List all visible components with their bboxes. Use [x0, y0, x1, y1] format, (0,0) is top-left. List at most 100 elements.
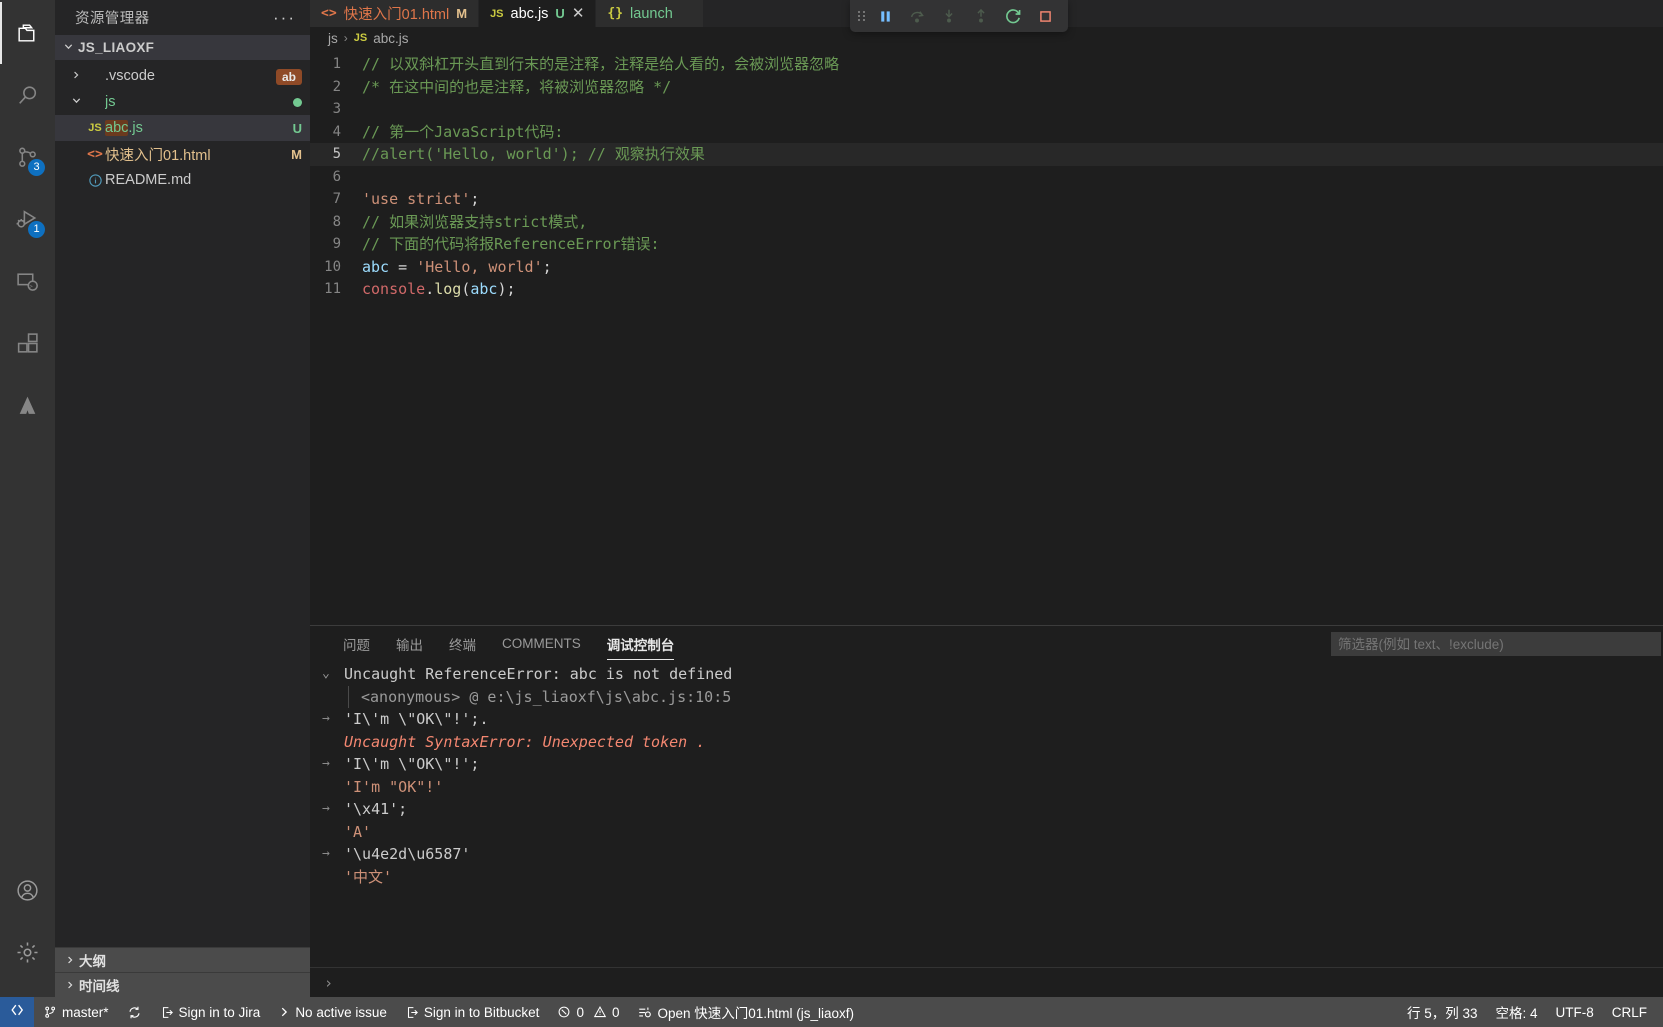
code-line[interactable]: 2/* 在这中间的也是注释，将被浏览器忽略 */	[310, 76, 1663, 99]
console-row[interactable]: ⌄Uncaught ReferenceError: abc is not def…	[310, 663, 1663, 686]
tab-abc-js[interactable]: JS abc.js U ✕	[479, 0, 596, 27]
step-into-button[interactable]	[934, 3, 964, 29]
tree-item-kuaisu-html[interactable]: <> 快速入门01.html M	[55, 141, 310, 167]
code-line[interactable]: 3	[310, 98, 1663, 121]
line-content: // 下面的代码将报ReferenceError错误:	[362, 233, 1663, 256]
tree-item-js-folder[interactable]: js	[55, 89, 310, 115]
console-text: Uncaught ReferenceError: abc is not defi…	[344, 663, 732, 686]
console-row[interactable]: →'I\'m \"OK\"!';.	[310, 708, 1663, 731]
gear-icon	[15, 940, 40, 965]
sidebar-section-outline[interactable]: 大纲	[55, 947, 310, 972]
status-branch[interactable]: master*	[34, 997, 118, 1027]
code-line[interactable]: 7'use strict';	[310, 188, 1663, 211]
console-row[interactable]: <anonymous> @ e:\js_liaoxf\js\abc.js:10:…	[310, 686, 1663, 709]
code-line[interactable]: 1// 以双斜杠开头直到行末的是注释，注释是给人看的，会被浏览器忽略	[310, 53, 1663, 76]
console-text: 'I\'m \"OK\"!';	[344, 753, 479, 776]
panel-tab-debug-console[interactable]: 调试控制台	[594, 626, 688, 661]
console-row[interactable]: →'\u4e2d\u6587'	[310, 843, 1663, 866]
console-text: '\u4e2d\u6587'	[344, 843, 470, 866]
html-icon: <>	[85, 147, 105, 162]
activity-item-run-debug[interactable]: 1	[0, 188, 55, 250]
activity-item-extensions[interactable]	[0, 312, 55, 374]
sidebar-more-actions-icon[interactable]: ···	[273, 13, 302, 23]
code-line[interactable]: 10abc = 'Hello, world';	[310, 256, 1663, 279]
editor-area: <> 快速入门01.html M JS abc.js U ✕ {} launch	[310, 0, 1663, 997]
tree-item-label: README.md	[105, 172, 191, 188]
breadcrumb-folder[interactable]: js	[328, 31, 338, 46]
close-icon[interactable]: ✕	[572, 6, 585, 21]
status-problems[interactable]: 0 0	[548, 997, 628, 1027]
debug-console-output[interactable]: ⌄Uncaught ReferenceError: abc is not def…	[310, 661, 1663, 967]
remote-indicator[interactable]	[0, 997, 34, 1027]
step-over-button[interactable]	[902, 3, 932, 29]
status-bitbucket-label: Sign in to Bitbucket	[424, 1005, 540, 1020]
tab-kuaisu-html[interactable]: <> 快速入门01.html M	[310, 0, 479, 27]
restart-button[interactable]	[998, 3, 1028, 29]
status-cursor-position[interactable]: 行 5，列 33	[1398, 997, 1487, 1027]
activity-item-accounts[interactable]	[0, 859, 55, 921]
debug-toolbar-drag-handle[interactable]	[854, 8, 868, 24]
tree-item-vscode[interactable]: .vscode ab	[55, 63, 310, 89]
line-number: 7	[310, 188, 362, 211]
activity-item-atlassian[interactable]	[0, 374, 55, 436]
code-editor[interactable]: 1// 以双斜杠开头直到行末的是注释，注释是给人看的，会被浏览器忽略2/* 在这…	[310, 49, 1663, 625]
code-line[interactable]: 11console.log(abc);	[310, 278, 1663, 301]
console-row[interactable]: 'I'm "OK"!'	[310, 776, 1663, 799]
status-no-active-issue[interactable]: No active issue	[269, 997, 396, 1027]
breadcrumb-file[interactable]: abc.js	[373, 31, 408, 46]
chevron-down-icon	[67, 95, 85, 109]
pause-button[interactable]	[870, 3, 900, 29]
code-line[interactable]: 6	[310, 166, 1663, 189]
input-arrow-icon[interactable]: →	[322, 708, 344, 731]
status-eol[interactable]: CRLF	[1603, 997, 1663, 1027]
code-line[interactable]: 4// 第一个JavaScript代码:	[310, 121, 1663, 144]
status-jira-signin[interactable]: Sign in to Jira	[151, 997, 270, 1027]
panel-tab-problems[interactable]: 问题	[330, 626, 383, 661]
stop-button[interactable]	[1030, 3, 1060, 29]
tab-launch-json[interactable]: {} launch	[596, 0, 703, 27]
console-row[interactable]: Uncaught SyntaxError: Unexpected token .	[310, 731, 1663, 754]
console-row[interactable]: →'I\'m \"OK\"!';	[310, 753, 1663, 776]
input-arrow-icon[interactable]: →	[322, 753, 344, 776]
status-warnings-count: 0	[612, 1005, 620, 1020]
file-tree: .vscode ab js JS abc.js	[55, 60, 310, 193]
tree-item-readme[interactable]: README.md	[55, 167, 310, 193]
sidebar-section-timeline[interactable]: 时间线	[55, 972, 310, 997]
line-number: 3	[310, 98, 362, 121]
code-line[interactable]: 5//alert('Hello, world'); // 观察执行效果	[310, 143, 1663, 166]
tree-item-abc-js[interactable]: JS abc.js U	[55, 115, 310, 141]
debug-toolbar[interactable]	[850, 0, 1068, 32]
debug-console-input[interactable]: ›	[310, 967, 1663, 997]
code-lines: 1// 以双斜杠开头直到行末的是注释，注释是给人看的，会被浏览器忽略2/* 在这…	[310, 49, 1663, 301]
console-row[interactable]: →'\x41';	[310, 798, 1663, 821]
activity-item-source-control[interactable]: 3	[0, 126, 55, 188]
code-line[interactable]: 8// 如果浏览器支持strict模式,	[310, 211, 1663, 234]
chevron-down-icon[interactable]: ⌄	[322, 663, 344, 686]
console-row[interactable]: '中文'	[310, 866, 1663, 889]
tree-item-label: .vscode	[105, 68, 155, 84]
tree-item-label: abc.js	[105, 120, 143, 136]
step-out-button[interactable]	[966, 3, 996, 29]
console-text: '中文'	[344, 866, 392, 889]
status-bitbucket-signin[interactable]: Sign in to Bitbucket	[396, 997, 549, 1027]
tree-item-decoration: ab	[270, 69, 302, 84]
status-sync[interactable]	[118, 997, 151, 1027]
activity-item-remote-explorer[interactable]: >_	[0, 250, 55, 312]
console-filter-input[interactable]	[1331, 632, 1661, 656]
status-indentation[interactable]: 空格: 4	[1486, 997, 1546, 1027]
activity-item-explorer[interactable]	[0, 2, 55, 64]
status-encoding[interactable]: UTF-8	[1546, 997, 1602, 1027]
input-arrow-icon[interactable]: →	[322, 798, 344, 821]
panel-tab-comments[interactable]: COMMENTS	[489, 626, 594, 661]
panel-tab-terminal[interactable]: 终端	[436, 626, 489, 661]
status-open-browser[interactable]: Open 快速入门01.html (js_liaoxf)	[628, 997, 863, 1027]
activity-item-search[interactable]	[0, 64, 55, 126]
sidebar-section-label: 时间线	[79, 975, 120, 995]
console-row[interactable]: 'A'	[310, 821, 1663, 844]
chevron-down-icon	[63, 40, 74, 55]
explorer-folder-header[interactable]: JS_LIAOXF	[55, 35, 310, 60]
panel-tab-output[interactable]: 输出	[383, 626, 436, 661]
activity-item-manage[interactable]	[0, 921, 55, 983]
code-line[interactable]: 9// 下面的代码将报ReferenceError错误:	[310, 233, 1663, 256]
input-arrow-icon[interactable]: →	[322, 843, 344, 866]
